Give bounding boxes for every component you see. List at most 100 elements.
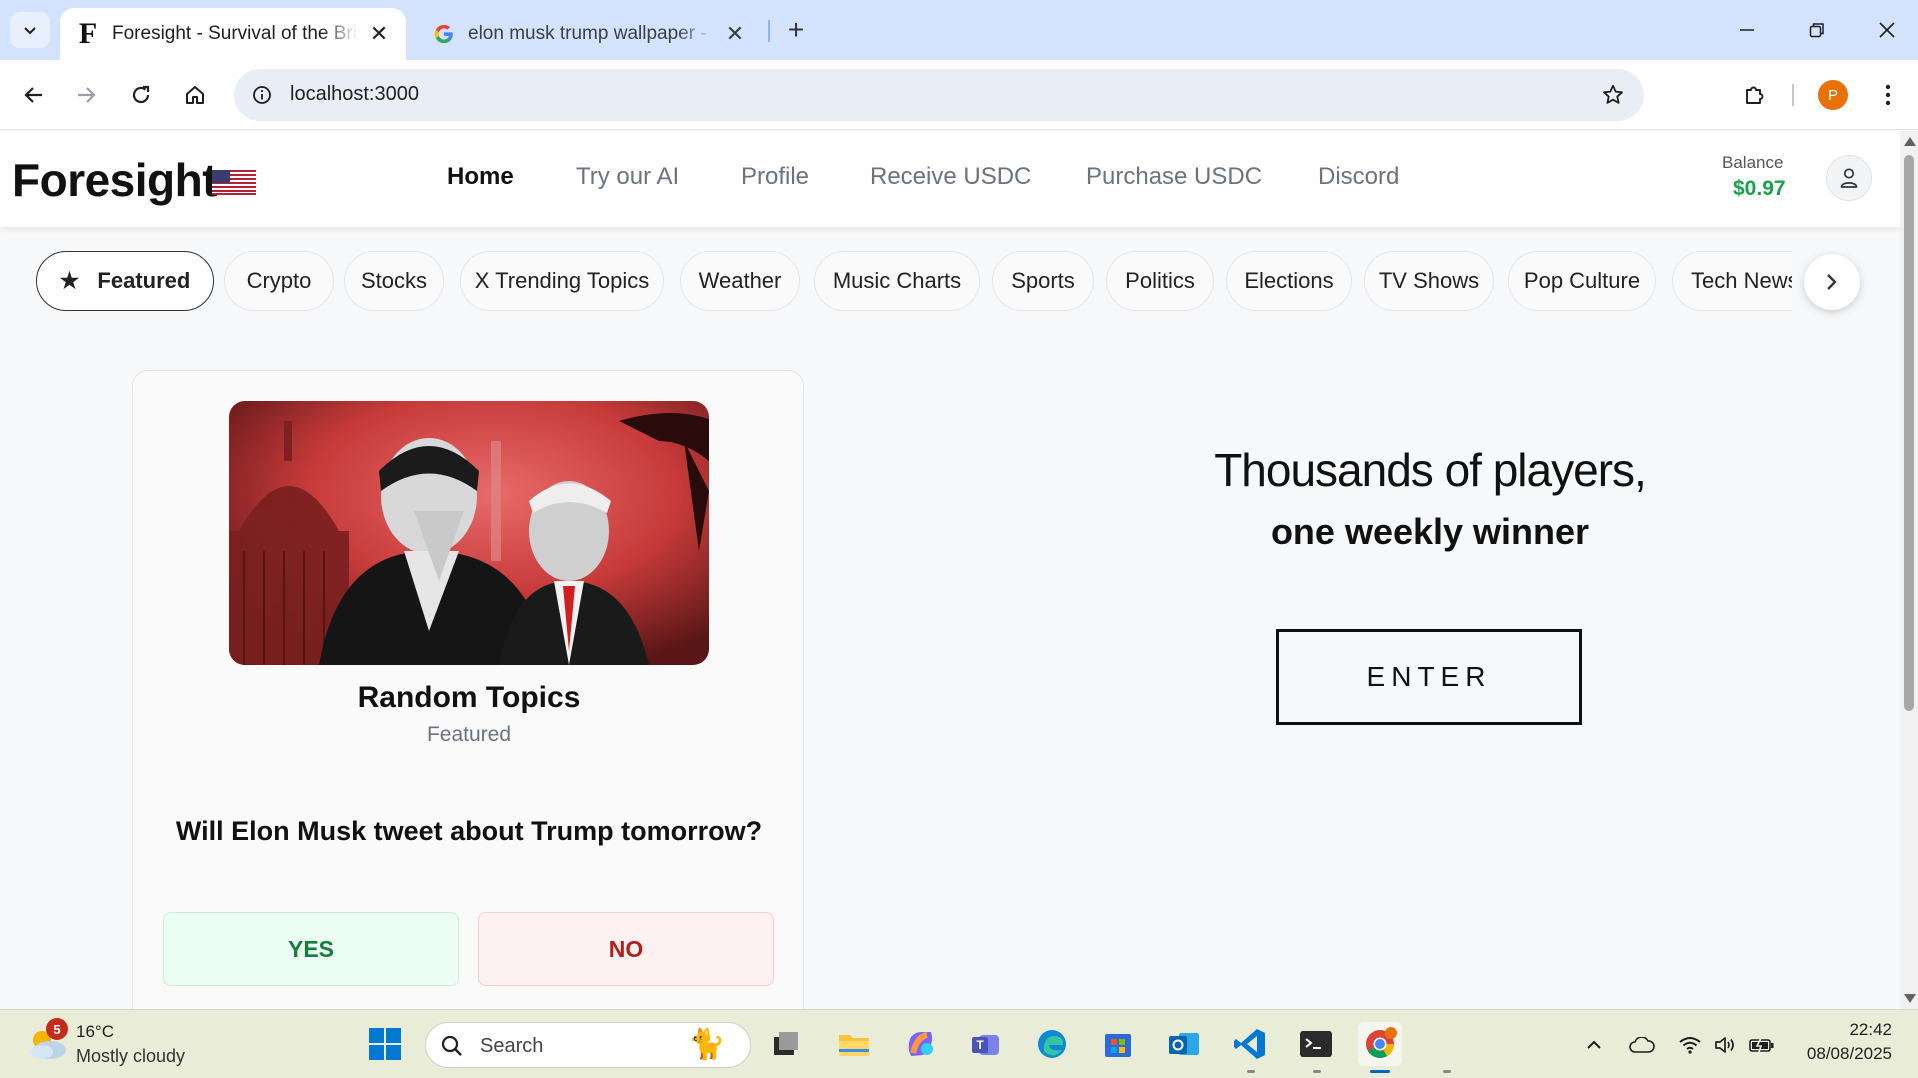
url-text[interactable]: localhost:3000 xyxy=(290,83,419,106)
category-strip: ★ Featured Crypto Stocks X Trending Topi… xyxy=(36,251,1792,313)
tab-google-search[interactable]: elon musk trump wallpaper - Google Searc… xyxy=(416,8,762,60)
arrow-left-icon xyxy=(24,87,42,103)
nav-try-ai[interactable]: Try our AI xyxy=(576,163,679,191)
close-tab-icon[interactable]: ✕ xyxy=(722,21,748,47)
enter-button[interactable]: ENTER xyxy=(1276,629,1582,725)
page-scrollbar[interactable] xyxy=(1900,131,1918,1009)
close-window-button[interactable] xyxy=(1862,10,1912,50)
category-sports[interactable]: Sports xyxy=(992,251,1094,311)
network-tray[interactable] xyxy=(1676,1032,1704,1058)
chrome-icon xyxy=(1366,1027,1397,1058)
chrome-app[interactable] xyxy=(1358,1022,1402,1066)
weather-condition[interactable]: Mostly cloudy xyxy=(76,1046,185,1067)
category-tech-news[interactable]: Tech News xyxy=(1672,251,1792,311)
reload-icon xyxy=(132,85,150,104)
copilot-icon xyxy=(908,1032,933,1056)
category-featured[interactable]: ★ Featured xyxy=(36,251,214,311)
us-flag-icon xyxy=(212,170,256,195)
clock-time[interactable]: 22:42 xyxy=(1820,1020,1892,1040)
user-icon xyxy=(1840,168,1858,188)
site-info-icon[interactable] xyxy=(248,81,276,109)
tab-foresight[interactable]: F Foresight - Survival of the Brightest … xyxy=(60,8,406,60)
minimize-icon xyxy=(1740,29,1754,31)
nav-home[interactable]: Home xyxy=(447,163,514,191)
nav-profile[interactable]: Profile xyxy=(741,163,809,191)
teams-app[interactable]: T xyxy=(964,1022,1008,1066)
show-hidden-icons-button[interactable] xyxy=(1580,1032,1608,1058)
wifi-icon xyxy=(1679,1037,1701,1054)
battery-tray[interactable] xyxy=(1748,1032,1776,1058)
market-question: Will Elon Musk tweet about Trump tomorro… xyxy=(175,816,763,846)
tab-search-button[interactable] xyxy=(10,12,50,48)
web-page: Foresight Home Try our AI Profile Receiv… xyxy=(0,131,1900,1009)
scroll-down-arrow-icon[interactable] xyxy=(1904,994,1916,1003)
edge-app[interactable] xyxy=(1030,1022,1074,1066)
close-tab-icon[interactable]: ✕ xyxy=(366,21,392,47)
logo[interactable]: Foresight xyxy=(12,153,218,207)
category-politics[interactable]: Politics xyxy=(1106,251,1214,311)
edge-icon xyxy=(1038,1030,1066,1058)
weather-notification-badge: 5 xyxy=(46,1018,68,1040)
profile-avatar[interactable]: P xyxy=(1818,80,1848,110)
categories-next-button[interactable] xyxy=(1804,254,1860,310)
copilot-app[interactable] xyxy=(898,1022,942,1066)
category-music-charts[interactable]: Music Charts xyxy=(814,251,980,311)
file-explorer-app[interactable] xyxy=(832,1022,876,1066)
hero-headline: Thousands of players, xyxy=(1214,444,1647,496)
home-button[interactable] xyxy=(175,75,215,115)
chevron-up-icon xyxy=(1587,1040,1601,1049)
store-icon xyxy=(1105,1034,1131,1057)
vscode-app[interactable] xyxy=(1228,1022,1272,1066)
new-tab-button[interactable]: + xyxy=(780,14,812,46)
address-bar[interactable]: localhost:3000 xyxy=(234,69,1644,121)
hero-subheadline: one weekly winner xyxy=(1270,511,1590,552)
bookmark-star-icon[interactable] xyxy=(1598,80,1628,110)
browser-menu-button[interactable] xyxy=(1868,75,1908,115)
user-menu-button[interactable] xyxy=(1826,155,1872,201)
more-vertical-icon xyxy=(1885,84,1891,106)
vscode-icon xyxy=(1234,1029,1265,1059)
terminal-icon xyxy=(1300,1031,1332,1057)
forward-button[interactable] xyxy=(66,75,106,115)
teams-icon: T xyxy=(972,1035,999,1055)
market-subtitle: Featured xyxy=(426,723,512,746)
scroll-up-arrow-icon[interactable] xyxy=(1904,137,1916,146)
windows-taskbar: 5 16°C Mostly cloudy Search 🐈 T 22:42 08… xyxy=(0,1009,1918,1078)
category-x-trending-topics[interactable]: X Trending Topics xyxy=(460,251,664,311)
weather-temperature[interactable]: 16°C xyxy=(76,1022,114,1042)
microsoft-store-app[interactable] xyxy=(1096,1022,1140,1066)
scrollbar-thumb[interactable] xyxy=(1904,155,1914,711)
browser-tab-bar: F Foresight - Survival of the Brightest … xyxy=(0,0,1918,60)
minimize-button[interactable] xyxy=(1722,10,1772,50)
nav-receive-usdc[interactable]: Receive USDC xyxy=(870,163,1031,191)
category-weather[interactable]: Weather xyxy=(680,251,800,311)
yes-button[interactable]: YES xyxy=(163,912,459,986)
task-view-app[interactable] xyxy=(764,1022,808,1066)
extensions-button[interactable] xyxy=(1734,75,1774,115)
nav-purchase-usdc[interactable]: Purchase USDC xyxy=(1086,163,1262,191)
start-button[interactable] xyxy=(363,1022,407,1066)
category-crypto[interactable]: Crypto xyxy=(224,251,334,311)
toolbar-separator xyxy=(1792,84,1794,106)
volume-tray[interactable] xyxy=(1712,1032,1740,1058)
nav-discord[interactable]: Discord xyxy=(1318,163,1399,191)
category-stocks[interactable]: Stocks xyxy=(344,251,444,311)
category-pop-culture[interactable]: Pop Culture xyxy=(1508,251,1656,311)
category-elections[interactable]: Elections xyxy=(1226,251,1352,311)
terminal-app[interactable] xyxy=(1294,1022,1338,1066)
outlook-icon xyxy=(1169,1033,1199,1055)
balance-label: Balance xyxy=(1722,153,1784,172)
windows-logo-icon xyxy=(369,1028,401,1060)
balance-value: $0.97 xyxy=(1733,177,1786,200)
restore-button[interactable] xyxy=(1792,10,1842,50)
category-tv-shows[interactable]: TV Shows xyxy=(1364,251,1494,311)
clock-date[interactable]: 08/08/2025 xyxy=(1795,1044,1892,1064)
onedrive-tray[interactable] xyxy=(1628,1032,1656,1058)
taskbar-search[interactable]: Search 🐈 xyxy=(425,1022,751,1068)
reload-button[interactable] xyxy=(121,75,161,115)
outlook-app[interactable] xyxy=(1162,1022,1206,1066)
restore-icon xyxy=(1809,23,1824,38)
no-button[interactable]: NO xyxy=(478,912,774,986)
puzzle-icon xyxy=(1746,86,1764,104)
back-button[interactable] xyxy=(14,75,54,115)
